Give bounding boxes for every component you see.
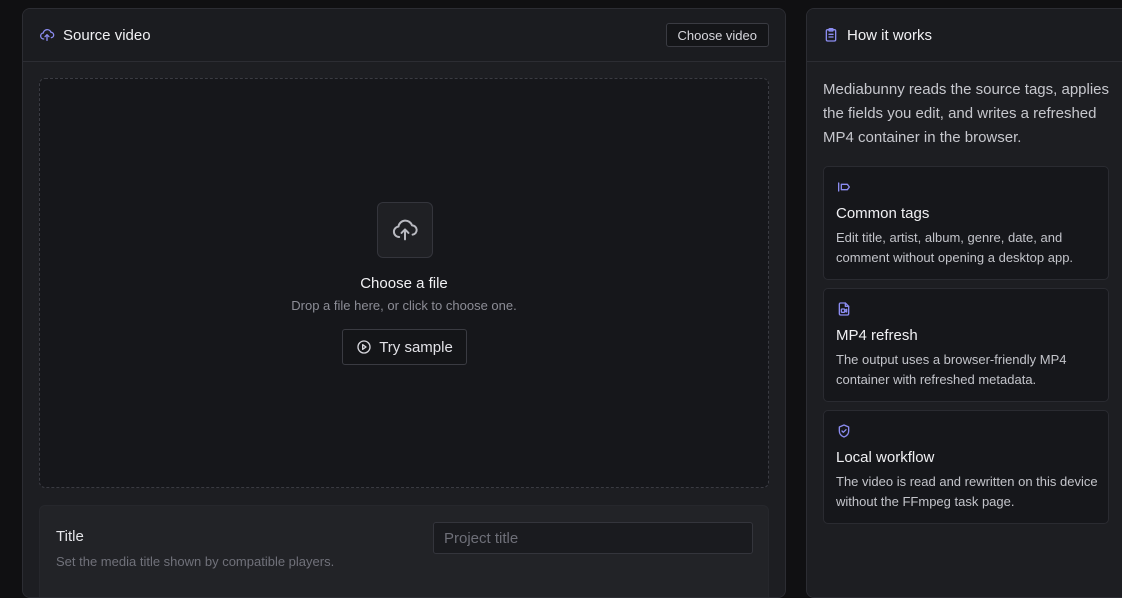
title-field-hint: Set the media title shown by compatible … [56,554,335,569]
dropzone-subtitle: Drop a file here, or click to choose one… [291,298,517,313]
feature-title: Common tags [836,205,930,222]
feature-card-common-tags: Common tags Edit title, artist, album, g… [823,166,1109,280]
how-it-works-body: Mediabunny reads the source tags, applie… [807,62,1122,597]
feature-card-mp4-refresh: MP4 refresh The output uses a browser-fr… [823,288,1109,402]
how-it-works-panel: How it works Mediabunny reads the source… [806,8,1122,598]
feature-title: MP4 refresh [836,327,918,344]
feature-description: Edit title, artist, album, genre, date, … [836,230,1074,265]
feature-title: Local workflow [836,449,935,466]
dropzone-title: Choose a file [360,275,448,292]
try-sample-label: Try sample [379,338,453,356]
how-it-works-title: How it works [847,26,933,44]
choose-video-button[interactable]: Choose video [665,23,769,47]
feature-description: The video is read and rewritten on this … [836,474,1098,509]
try-sample-button[interactable]: Try sample [342,329,467,365]
title-field-card: Title Set the media title shown by compa… [39,505,769,597]
how-it-works-intro: Mediabunny reads the source tags, applie… [823,81,1110,146]
project-title-input[interactable] [433,522,753,554]
feature-description: The output uses a browser-friendly MP4 c… [836,352,1067,387]
source-video-panel: Source video Choose video Choose a file … [22,8,786,598]
file-video-icon [836,301,852,317]
upload-icon-box [377,202,433,258]
source-video-title: Source video [63,26,151,44]
title-field-label: Title [56,528,84,545]
cloud-upload-icon [391,216,419,244]
tag-icon [836,179,852,195]
file-dropzone[interactable]: Choose a file Drop a file here, or click… [39,78,769,488]
source-video-body: Choose a file Drop a file here, or click… [23,62,785,597]
source-video-header: Source video Choose video [23,9,785,62]
cloud-upload-icon [39,27,55,43]
feature-card-local-workflow: Local workflow The video is read and rew… [823,410,1109,524]
shield-check-icon [836,423,852,439]
clipboard-icon [823,27,839,43]
how-it-works-header: How it works [807,9,1122,62]
play-circle-icon [356,339,372,355]
